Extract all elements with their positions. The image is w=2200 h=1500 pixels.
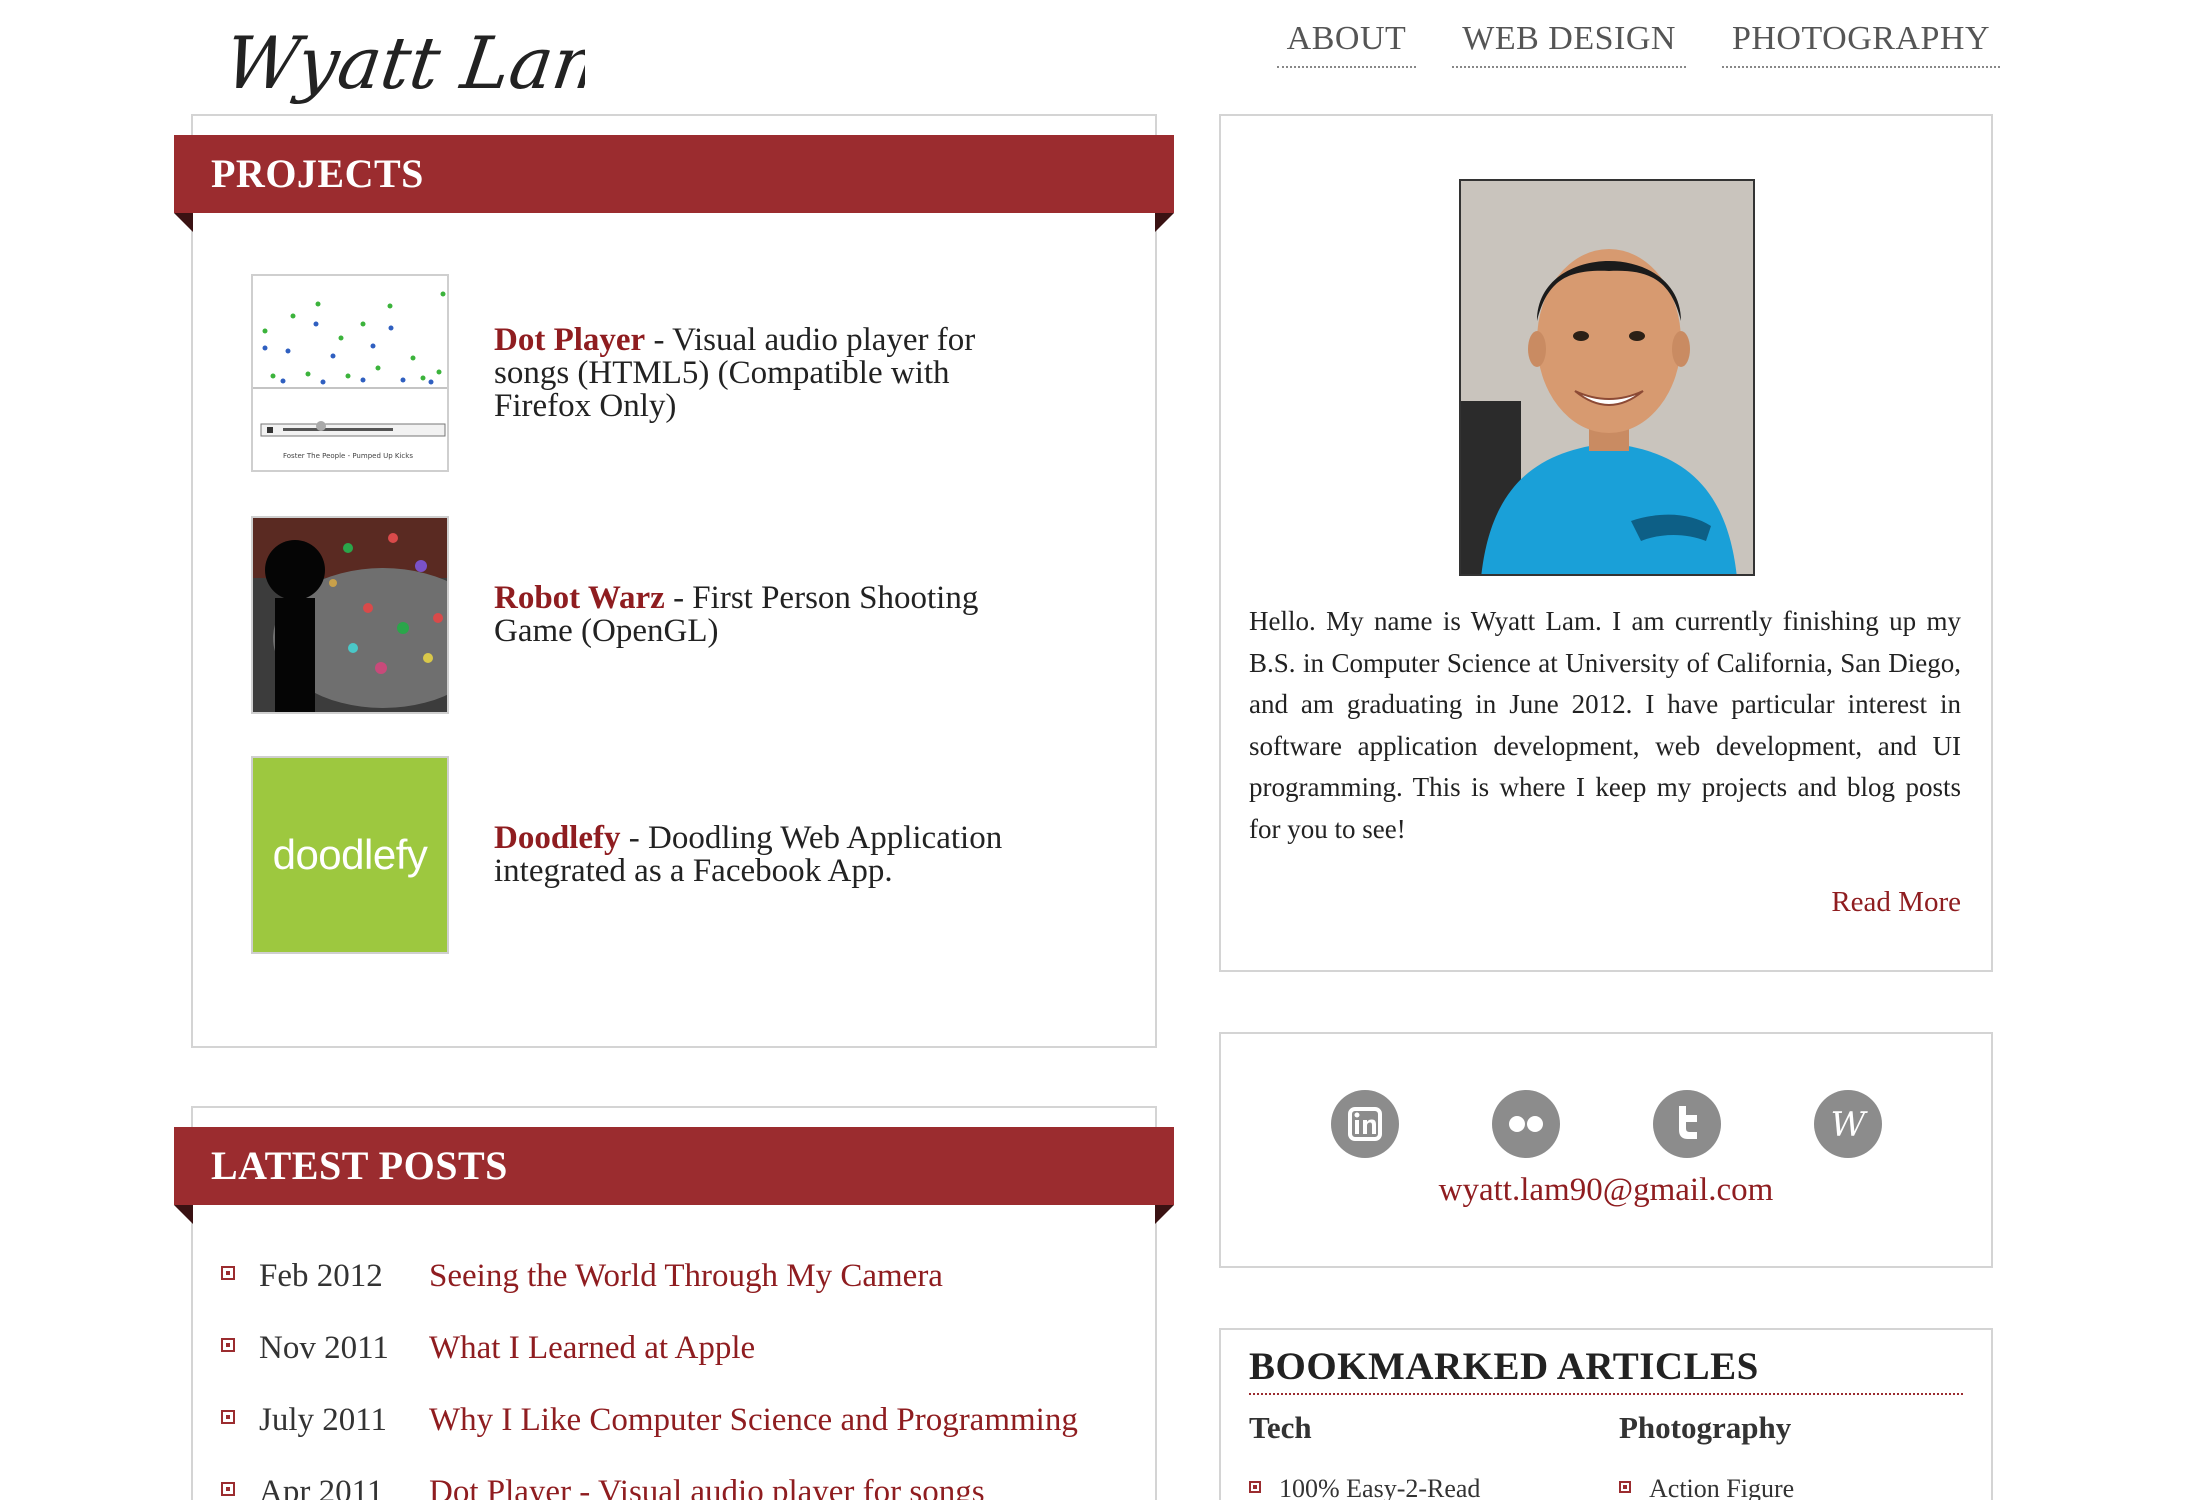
project-link-dot-player[interactable]: Dot Player <box>494 322 645 358</box>
robot-warz-thumbnail[interactable] <box>251 516 449 714</box>
projects-heading: PROJECTS <box>211 151 424 196</box>
post-date: Nov 2011 <box>259 1330 389 1366</box>
main-nav: ABOUT WEB DESIGN PHOTOGRAPHY <box>1276 20 2000 68</box>
post-item: July 2011 Why I Like Computer Science an… <box>221 1402 1078 1439</box>
dot-player-thumb-caption: Foster The People - Pumped Up Kicks <box>283 452 413 460</box>
nav-about[interactable]: ABOUT <box>1276 20 1417 68</box>
bullet-icon <box>221 1338 235 1352</box>
doodlefy-logo: doodlefy <box>272 831 428 878</box>
bookmark-link[interactable]: 100% Easy-2-Read <box>1279 1474 1480 1500</box>
bookmarks-column-tech: Tech 100% Easy-2-Read <box>1249 1410 1480 1500</box>
twitter-icon[interactable] <box>1653 1090 1721 1158</box>
bullet-icon <box>221 1266 235 1280</box>
project-link-robot-warz[interactable]: Robot Warz <box>494 580 665 616</box>
project-description: Dot Player - Visual audio player for son… <box>494 322 1034 423</box>
bookmarks-heading: BOOKMARKED ARTICLES <box>1249 1344 1963 1395</box>
post-link[interactable]: Dot Player - Visual audio player for son… <box>429 1474 985 1500</box>
latest-posts-panel: LATEST POSTS Feb 2012 Seeing the World T… <box>174 1106 1174 1500</box>
dot-player-thumb-image: Foster The People - Pumped Up Kicks <box>253 276 447 470</box>
doodlefy-thumbnail[interactable]: doodlefy <box>251 756 449 954</box>
bookmark-link[interactable]: Action Figure <box>1649 1474 1794 1500</box>
ribbon-fold-left <box>174 213 193 232</box>
bookmarks-panel: BOOKMARKED ARTICLES Tech 100% Easy-2-Rea… <box>1219 1328 1993 1500</box>
bookmarks-column-photography: Photography Action Figure <box>1619 1410 1794 1500</box>
ribbon-fold-right <box>1155 1205 1174 1224</box>
bookmarks-column-title: Photography <box>1619 1410 1792 1445</box>
bullet-icon <box>1249 1481 1261 1493</box>
post-item: Nov 2011 What I Learned at Apple <box>221 1330 755 1367</box>
post-date: July 2011 <box>259 1402 388 1438</box>
bookmark-item: 100% Easy-2-Read <box>1249 1474 1480 1500</box>
linkedin-icon[interactable] <box>1331 1090 1399 1158</box>
post-date: Apr 2011 <box>259 1474 384 1500</box>
project-description: Doodlefy - Doodling Web Application inte… <box>494 822 1034 888</box>
nav-web-design[interactable]: WEB DESIGN <box>1452 20 1686 68</box>
profile-photo <box>1459 179 1755 576</box>
flickr-icon[interactable] <box>1492 1090 1560 1158</box>
project-item-robot-warz: Robot Warz - First Person Shooting Game … <box>251 516 1034 714</box>
project-item-dot-player: Foster The People - Pumped Up Kicks Dot … <box>251 274 1034 472</box>
ribbon-fold-right <box>1155 213 1174 232</box>
email-link[interactable]: wyatt.lam90@gmail.com <box>1221 1172 1991 1209</box>
svg-text:W: W <box>1831 1105 1869 1145</box>
project-description: Robot Warz - First Person Shooting Game … <box>494 582 1034 648</box>
robot-warz-thumb-image <box>253 518 447 712</box>
project-link-doodlefy[interactable]: Doodlefy <box>494 820 621 856</box>
posts-ribbon: LATEST POSTS <box>174 1127 1174 1224</box>
social-icons: W <box>1331 1090 1882 1158</box>
profile-photo-image <box>1461 181 1753 574</box>
nav-photography[interactable]: PHOTOGRAPHY <box>1721 20 2000 68</box>
post-item: Apr 2011 Dot Player - Visual audio playe… <box>221 1474 985 1500</box>
bookmarks-column-title: Tech <box>1249 1410 1312 1445</box>
posts-heading: LATEST POSTS <box>211 1143 508 1188</box>
wordpress-icon[interactable]: W <box>1814 1090 1882 1158</box>
bookmark-item: Action Figure <box>1619 1474 1794 1500</box>
post-link[interactable]: What I Learned at Apple <box>429 1330 755 1367</box>
ribbon-fold-left <box>174 1205 193 1224</box>
read-more-link[interactable]: Read More <box>1831 886 1961 919</box>
projects-panel: PROJECTS Foster The People - Pumped Up K… <box>174 114 1174 1048</box>
post-date: Feb 2012 <box>259 1258 383 1294</box>
projects-ribbon: PROJECTS <box>174 135 1174 232</box>
bullet-icon <box>221 1410 235 1424</box>
post-link[interactable]: Seeing the World Through My Camera <box>429 1258 943 1295</box>
about-bio: Hello. My name is Wyatt Lam. I am curren… <box>1249 606 1961 844</box>
dot-player-thumbnail[interactable]: Foster The People - Pumped Up Kicks <box>251 274 449 472</box>
post-item: Feb 2012 Seeing the World Through My Cam… <box>221 1258 943 1295</box>
logo-text: Wyatt Lam <box>225 22 585 106</box>
project-item-doodlefy: doodlefy Doodlefy - Doodling Web Applica… <box>251 756 1034 954</box>
bullet-icon <box>221 1482 235 1496</box>
bullet-icon <box>1619 1481 1631 1493</box>
post-link[interactable]: Why I Like Computer Science and Programm… <box>429 1402 1078 1439</box>
social-panel: W wyatt.lam90@gmail.com <box>1219 1032 1993 1268</box>
about-panel: Hello. My name is Wyatt Lam. I am curren… <box>1219 114 1993 972</box>
